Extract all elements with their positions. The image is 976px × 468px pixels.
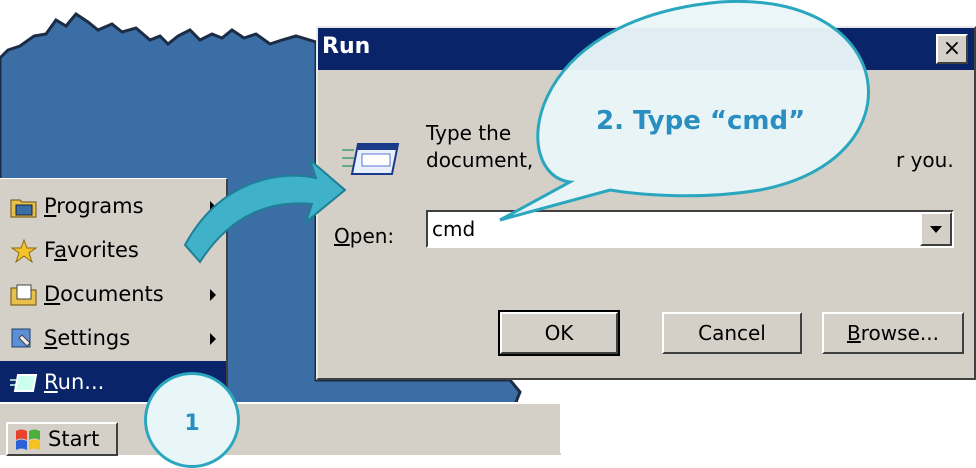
- callout-overlay: [183, 0, 870, 264]
- step-1-callout: 1: [144, 372, 240, 468]
- step-1-number: 1: [184, 411, 200, 436]
- step-2-callout-text: 2. Type “cmd”: [596, 106, 806, 136]
- curved-arrow-icon: [183, 156, 347, 264]
